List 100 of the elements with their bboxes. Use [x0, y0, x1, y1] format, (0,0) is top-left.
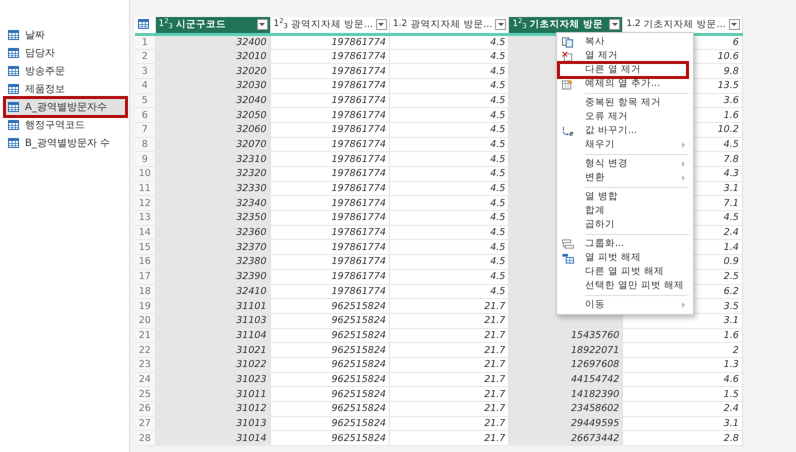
table-cell: 962515824: [270, 357, 390, 372]
row-number: 2: [135, 49, 155, 64]
table-cell: 32370: [155, 240, 270, 255]
table-icon: [8, 66, 19, 76]
table-cell: 197861774: [270, 284, 390, 299]
column-header[interactable]: 1.2 광역지자체 방문...: [389, 17, 509, 34]
row-number: 8: [135, 137, 155, 152]
table-cell: 4.5: [389, 254, 509, 270]
table-cell: 197861774: [270, 269, 390, 284]
row-number: 6: [135, 108, 155, 122]
row-number: 26: [135, 402, 155, 416]
table-cell: 1.3: [622, 357, 742, 372]
table-cell: 21.7: [389, 416, 509, 431]
table-cell: 32050: [155, 108, 270, 122]
table-cell: 21.7: [389, 402, 509, 416]
table-cell: 32310: [155, 152, 270, 166]
table-icon: [8, 48, 19, 58]
table-cell: 31021: [155, 342, 270, 358]
filter-dropdown-button[interactable]: [609, 19, 620, 30]
table-cell: 962515824: [270, 430, 390, 446]
column-name: 기초지자체 방문: [530, 18, 604, 32]
filter-dropdown-button[interactable]: [728, 19, 740, 30]
column-name: 광역지자체 방문...: [290, 18, 373, 32]
column-add-icon: [561, 78, 575, 90]
row-number: 14: [135, 225, 155, 240]
table-cell: 14182390: [508, 386, 623, 402]
table-icon: [8, 138, 19, 148]
table-cell: 2: [622, 342, 742, 358]
query-item[interactable]: A_광역별방문자수: [5, 98, 126, 116]
table-cell: 31023: [155, 372, 270, 387]
type-label: 1.2: [626, 18, 641, 31]
filter-dropdown-button[interactable]: [495, 19, 506, 30]
row-number: 18: [135, 284, 155, 299]
table-cell: 962515824: [270, 328, 390, 343]
table-cell: 31101: [155, 298, 270, 314]
table-cell: 32010: [155, 49, 270, 64]
table-cell: 32360: [155, 225, 270, 240]
query-item[interactable]: 행정구역코드: [5, 116, 123, 134]
table-icon: [8, 84, 19, 94]
query-item[interactable]: 제품정보: [5, 80, 123, 98]
table-cell: 4.5: [389, 34, 509, 49]
row-number: 3: [135, 64, 155, 78]
row-number: 24: [135, 372, 155, 387]
table-cell: 3.1: [622, 416, 742, 431]
table-cell: 962515824: [270, 298, 390, 314]
table-cell: 4.5: [389, 78, 509, 94]
remove-column-icon: [561, 50, 575, 62]
table-cell: 31011: [155, 386, 270, 402]
row-number: 25: [135, 386, 155, 402]
column-header[interactable]: 1$^{2}$$_{3}$ 시군구코드: [155, 17, 270, 34]
table-cell: 31103: [155, 313, 270, 328]
table-cell: 197861774: [270, 152, 390, 166]
row-number: 27: [135, 416, 155, 431]
table-cell: 21.7: [389, 342, 509, 358]
table-cell: 4.5: [389, 108, 509, 122]
column-name: 기초지자체 방문...: [644, 18, 726, 32]
table-cell: 32330: [155, 181, 270, 196]
filter-dropdown-button[interactable]: [376, 19, 387, 30]
table-cell: 31013: [155, 416, 270, 431]
row-number: 12: [135, 196, 155, 211]
table-cell: 2.8: [622, 430, 742, 446]
table-cell: 197861774: [270, 181, 390, 196]
table-cell: 4.6: [622, 372, 742, 387]
table-cell: 4.5: [389, 137, 509, 152]
column-name: 광역지자체 방문...: [410, 18, 492, 32]
table-cell: 4.5: [389, 93, 509, 108]
group-icon: [561, 238, 575, 250]
table-cell: 197861774: [270, 137, 390, 152]
column-header[interactable]: 1$^{2}$$_{3}$ 기초지자체 방문: [508, 17, 623, 34]
row-number: 7: [135, 122, 155, 138]
table-cell: 26673442: [508, 430, 623, 446]
table-cell: 962515824: [270, 313, 390, 328]
filter-dropdown-button[interactable]: [256, 19, 268, 30]
row-number: 20: [135, 313, 155, 328]
table-cell: 197861774: [270, 240, 390, 255]
table-cell: 32070: [155, 137, 270, 152]
table-cell: 32060: [155, 122, 270, 138]
table-cell: 21.7: [389, 298, 509, 314]
table-cell: 4.5: [389, 196, 509, 211]
row-number: 17: [135, 269, 155, 284]
table-cell: 4.5: [389, 210, 509, 226]
column-header[interactable]: 1$^{2}$$_{3}$ 광역지자체 방문...: [270, 17, 390, 34]
query-item[interactable]: 담당자: [5, 44, 123, 62]
column-name: 시군구코드: [176, 18, 227, 32]
row-number: 16: [135, 254, 155, 270]
query-item[interactable]: B_광역별방문자 수: [5, 134, 123, 152]
table-menu-button[interactable]: [135, 17, 155, 34]
table-cell: 21.7: [389, 372, 509, 387]
table-icon: [8, 102, 19, 112]
table-cell: 2.4: [622, 402, 742, 416]
table-cell: 197861774: [270, 34, 390, 49]
table-cell: 32040: [155, 93, 270, 108]
column-header[interactable]: 1.2 기초지자체 방문...: [622, 17, 742, 34]
row-number: 22: [135, 342, 155, 358]
row-number: 19: [135, 298, 155, 314]
query-item[interactable]: 날짜: [5, 26, 123, 44]
table-cell: 197861774: [270, 254, 390, 270]
table-cell: 197861774: [270, 93, 390, 108]
query-item[interactable]: 방송주문: [5, 62, 123, 80]
row-number: 21: [135, 328, 155, 343]
